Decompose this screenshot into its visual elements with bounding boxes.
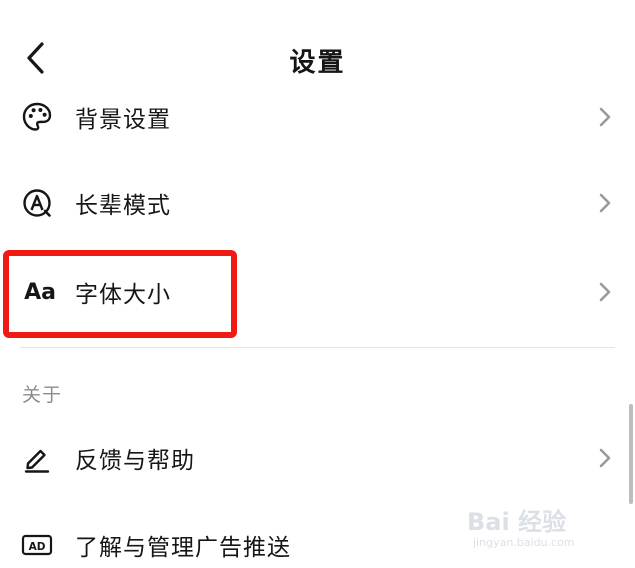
chevron-right-icon xyxy=(599,193,611,213)
settings-item-label: 字体大小 xyxy=(75,282,171,308)
watermark: Bai 经验 jingyan.baidu.com xyxy=(467,496,617,556)
about-item-label: 反馈与帮助 xyxy=(75,448,195,474)
section-label-about: 关于 xyxy=(22,384,63,406)
palette-icon xyxy=(20,100,54,134)
settings-item-label: 长辈模式 xyxy=(75,193,171,219)
settings-item-elder-mode[interactable]: 长辈模式 xyxy=(0,168,635,238)
chevron-right-icon xyxy=(599,282,611,302)
ad-icon: AD xyxy=(20,528,54,562)
page-title: 设置 xyxy=(289,48,346,78)
settings-screen: 设置 背景设置 长辈模式 Aa 字体大小 关于 反馈与帮助 AD 了解与管理广告… xyxy=(0,0,635,568)
section-divider xyxy=(20,347,615,348)
chevron-right-icon xyxy=(599,107,611,127)
settings-item-background[interactable]: 背景设置 xyxy=(0,82,635,152)
chevron-right-icon xyxy=(599,448,611,468)
pencil-icon xyxy=(20,441,54,475)
watermark-domain: jingyan.baidu.com xyxy=(473,536,575,549)
about-item-label: 了解与管理广告推送 xyxy=(75,535,291,561)
settings-item-label: 背景设置 xyxy=(75,107,171,133)
font-size-icon-text: Aa xyxy=(24,279,56,305)
about-item-feedback-help[interactable]: 反馈与帮助 xyxy=(0,423,635,493)
scrollbar[interactable] xyxy=(629,404,633,504)
settings-item-font-size[interactable]: Aa 字体大小 xyxy=(0,257,635,327)
ad-icon-text: AD xyxy=(29,541,46,553)
font-size-icon: Aa xyxy=(20,275,60,309)
top-bar: 设置 xyxy=(0,28,635,90)
watermark-brand: Bai 经验 xyxy=(467,508,567,536)
elder-mode-icon xyxy=(20,186,54,220)
